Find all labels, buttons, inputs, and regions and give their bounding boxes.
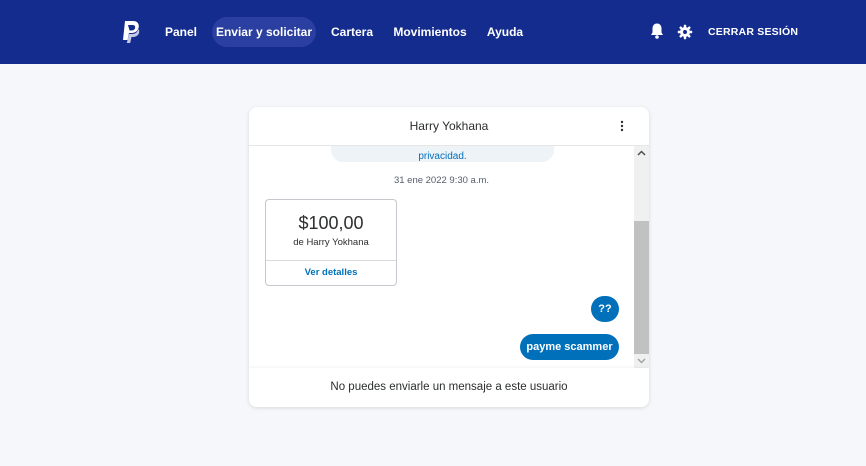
outgoing-message-bubble: ?? [591,296,619,322]
outgoing-message-bubble: payme scammer [520,334,619,360]
gear-icon[interactable] [677,23,693,41]
scroll-up-arrow-icon[interactable] [634,146,649,161]
bell-icon[interactable] [649,22,665,40]
nav-enviar-y-solicitar[interactable]: Enviar y solicitar [212,17,316,47]
conversation-card: Harry Yokhana privacidad. 31 ene 2022 9:… [249,107,649,407]
nav-panel[interactable]: Panel [160,17,202,47]
payment-amount: $100,00 [298,213,364,233]
contact-name: Harry Yokhana [409,119,489,133]
previous-message-text: privacidad. [418,151,467,162]
chat-scrollbar[interactable] [634,146,649,368]
more-vertical-icon[interactable] [615,119,629,133]
payment-sender: de Harry Yokhana [293,237,369,248]
message-timestamp: 31 ene 2022 9:30 a.m. [393,175,490,186]
payment-received-card: $100,00 de Harry Yokhana Ver detalles [265,199,397,286]
nav-cartera[interactable]: Cartera [326,17,378,47]
scroll-down-arrow-icon[interactable] [634,353,649,368]
paypal-logo[interactable] [121,20,141,44]
previous-message-bubble: privacidad. [331,146,554,162]
conversation-header: Harry Yokhana [249,107,649,146]
view-details-link[interactable]: Ver detalles [266,267,396,278]
top-navigation-bar: Panel Enviar y solicitar Cartera Movimie… [0,0,866,64]
message-thread[interactable]: privacidad. 31 ene 2022 9:30 a.m. $100,0… [249,146,649,368]
nav-ayuda[interactable]: Ayuda [483,17,527,47]
scrollbar-thumb[interactable] [634,221,649,354]
logout-button[interactable]: CERRAR SESIÓN [700,17,806,47]
nav-movimientos[interactable]: Movimientos [391,17,469,47]
messaging-disabled-notice: No puedes enviarle un mensaje a este usu… [249,368,649,407]
payment-card-divider [266,260,396,261]
